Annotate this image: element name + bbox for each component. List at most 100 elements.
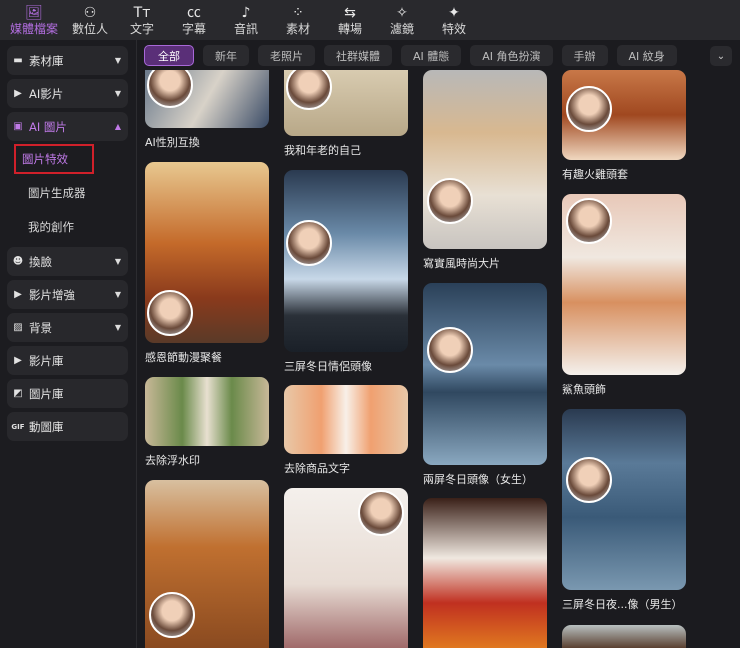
media-icon: 🖼: [25, 4, 43, 21]
filter-chip[interactable]: 社群媒體: [324, 45, 392, 66]
sidebar-item-label: 動圖庫: [29, 419, 64, 434]
face-avatar-thumbnail: [286, 220, 332, 266]
sub-item-my-creations[interactable]: 我的創作: [7, 213, 128, 241]
sidebar-item-label: 圖片庫: [29, 386, 64, 401]
sidebar: ▬ 素材庫 ▼ ▶ AI影片 ▼ ▣ AI 圖片 ▲ 圖片特效 圖片生成器 我的創作 ☻ 換臉…: [0, 40, 137, 648]
filter-chip[interactable]: 老照片: [258, 45, 315, 66]
video-library-icon: ▶: [14, 355, 22, 366]
toolbar-tab-3[interactable]: ㏄字幕: [168, 0, 220, 40]
sidebar-item-background[interactable]: ▨ 背景 ▼: [7, 313, 128, 342]
sidebar-item-image-library[interactable]: ◩ 圖片庫: [7, 379, 128, 408]
toolbar-tab-4[interactable]: ♪ 音訊: [220, 0, 272, 40]
music-note-icon: ♪: [241, 4, 251, 21]
face-avatar-thumbnail: [286, 70, 332, 110]
toolbar-tab-label: 文字: [129, 21, 154, 36]
sub-item-label: 我的創作: [28, 220, 74, 234]
ai-video-icon: ▶: [14, 88, 22, 99]
effect-card-thumbnail[interactable]: [423, 283, 547, 465]
effect-card-thumbnail[interactable]: [145, 162, 269, 343]
sidebar-item-video-enhance[interactable]: ▶ 影片增強 ▼: [7, 280, 128, 309]
filter-chip[interactable]: AI 角色扮演: [470, 45, 553, 66]
toolbar-tab-label: 字幕: [181, 21, 206, 36]
sidebar-item-label: AI 圖片: [29, 119, 67, 134]
effect-card-thumbnail[interactable]: [284, 488, 408, 648]
effect-card-thumbnail[interactable]: [284, 70, 408, 136]
toolbar-tab-label: 特效: [441, 21, 466, 36]
gif-icon: GIF: [11, 422, 25, 431]
face-avatar-thumbnail: [427, 327, 473, 373]
effect-card-thumbnail[interactable]: [423, 498, 547, 648]
effect-card-thumbnail[interactable]: [284, 385, 408, 454]
face-avatar-thumbnail: [566, 198, 612, 244]
effect-card-caption: 去除商品文字: [284, 462, 350, 475]
sidebar-item-label: 素材庫: [29, 53, 64, 68]
effect-card-thumbnail[interactable]: [562, 70, 686, 160]
toolbar-tab-label: 轉場: [337, 21, 362, 36]
toolbar-tab-label: 音訊: [233, 21, 258, 36]
sidebar-item-ai-video[interactable]: ▶ AI影片 ▼: [7, 79, 128, 108]
sidebar-item-asset-library[interactable]: ▬ 素材庫 ▼: [7, 46, 128, 75]
avatar-person-icon: ⚇: [83, 4, 97, 21]
sub-item-image-effects[interactable]: 圖片特效: [7, 144, 128, 174]
chevron-down-icon: ▼: [114, 323, 121, 332]
face-avatar-thumbnail: [147, 70, 193, 108]
toolbar-tab-label: 媒體檔案: [9, 21, 58, 36]
toolbar-tab-2[interactable]: Tт 文字: [116, 0, 168, 40]
effect-card-caption: 有趣火雞頭套: [562, 168, 628, 181]
effect-card-caption: 三屏冬日情侶頭像: [284, 360, 372, 373]
toolbar-tab-label: 數位人: [71, 21, 108, 36]
effect-card-thumbnail[interactable]: [562, 194, 686, 375]
toolbar-tab-5[interactable]: ⁘ 素材: [272, 0, 324, 40]
effect-card-caption: AI性別互換: [145, 136, 200, 149]
effect-card-thumbnail[interactable]: [145, 377, 269, 446]
toolbar-tab-0[interactable]: 🖼 媒體檔案: [4, 0, 64, 40]
sub-item-image-generator[interactable]: 圖片生成器: [7, 179, 128, 207]
sidebar-item-label: 影片增強: [29, 287, 75, 302]
effect-card-caption: 寫實風時尚大片: [423, 257, 500, 270]
effect-card-caption: 感恩節動漫聚餐: [145, 351, 222, 364]
effect-card-thumbnail[interactable]: [145, 480, 269, 648]
filter-chip[interactable]: 手辦: [561, 45, 608, 66]
effect-card-thumbnail[interactable]: [423, 70, 547, 249]
sub-item-label: 圖片特效: [14, 144, 94, 174]
face-avatar-thumbnail: [358, 490, 404, 536]
effect-card-thumbnail[interactable]: [562, 625, 686, 648]
sidebar-item-gif-library[interactable]: GIF 動圖庫: [7, 412, 128, 441]
face-avatar-thumbnail: [566, 86, 612, 132]
image-library-icon: ◩: [13, 388, 23, 399]
face-avatar-thumbnail: [566, 457, 612, 503]
chevron-up-icon: ▲: [114, 122, 121, 131]
filter-sparkle-icon: ✧: [396, 4, 408, 21]
toolbar-tab-label: 濾鏡: [389, 21, 414, 36]
face-swap-icon: ☻: [12, 256, 24, 267]
toolbar-tab-1[interactable]: ⚇ 數位人: [64, 0, 116, 40]
effect-card-thumbnail[interactable]: [145, 70, 269, 128]
sidebar-item-face-swap[interactable]: ☻ 換臉 ▼: [7, 247, 128, 276]
sidebar-item-label: AI影片: [29, 86, 64, 101]
sidebar-item-label: 背景: [29, 320, 52, 335]
filter-chip[interactable]: 全部: [144, 45, 194, 66]
video-enhance-icon: ▶: [14, 289, 22, 300]
toolbar-tab-7[interactable]: ✧ 濾鏡: [376, 0, 428, 40]
chevron-down-icon: ▼: [114, 89, 121, 98]
effect-card-thumbnail[interactable]: [284, 170, 408, 352]
toolbar-tab-label: 素材: [285, 21, 310, 36]
caption-icon: ㏄: [187, 4, 201, 21]
effect-card-caption: 三屏冬日夜...像（男生）: [562, 598, 683, 611]
sidebar-item-video-library[interactable]: ▶ 影片庫: [7, 346, 128, 375]
expand-filters-button[interactable]: ⌄: [710, 46, 732, 66]
folder-icon: ▬: [13, 55, 23, 66]
toolbar-tab-6[interactable]: ⇆ 轉場: [324, 0, 376, 40]
effects-grid: AI性別互換感恩節動漫聚餐 去除浮水印 我和年老的自己 三屏冬日情侶頭像 去除商品文字 寫…: [145, 70, 735, 648]
elements-icon: ⁘: [292, 4, 304, 21]
effect-card-caption: 去除浮水印: [145, 454, 200, 467]
effect-card-thumbnail[interactable]: [562, 409, 686, 590]
toolbar-tab-8[interactable]: ✦ 特效: [428, 0, 480, 40]
chevron-down-icon: ▼: [114, 56, 121, 65]
filter-chip[interactable]: AI 體態: [401, 45, 462, 66]
effect-card-caption: 我和年老的自己: [284, 144, 361, 157]
sidebar-item-ai-image[interactable]: ▣ AI 圖片 ▲: [7, 112, 128, 141]
face-avatar-thumbnail: [149, 592, 195, 638]
filter-chip[interactable]: AI 紋身: [616, 45, 677, 66]
filter-chip[interactable]: 新年: [203, 45, 249, 66]
